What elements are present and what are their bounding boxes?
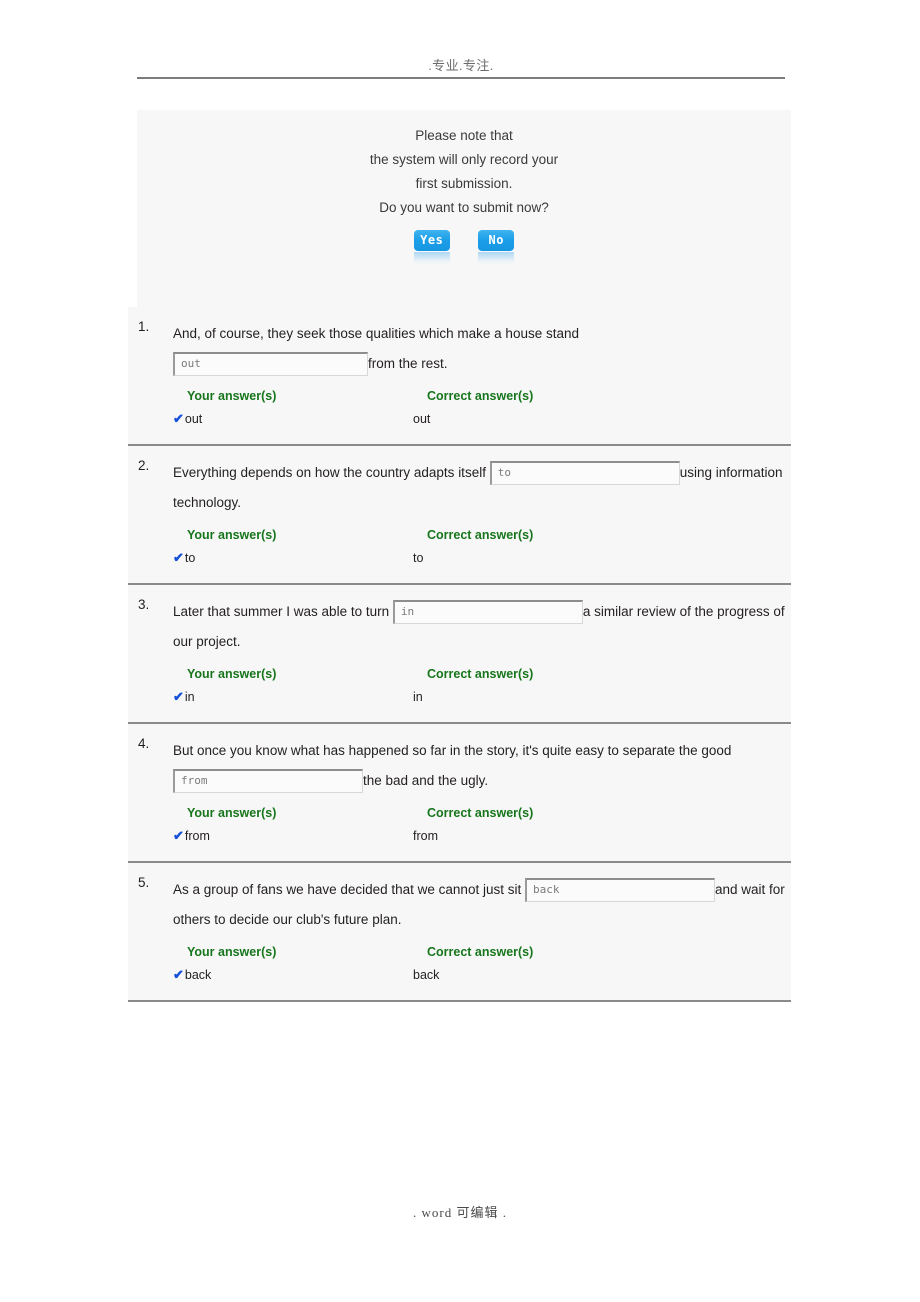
dialog-line-3: first submission. (415, 176, 513, 191)
correct-answer-label: Correct answer(s) (427, 945, 534, 959)
correct-answer-label: Correct answer(s) (427, 667, 534, 681)
question-item: 2. Everything depends on how the country… (128, 446, 791, 585)
your-answer-label: Your answer(s) (187, 806, 277, 820)
question-text-after: the bad and the ugly. (363, 773, 489, 788)
answers-grid: Your answer(s) Correct answer(s) ✔out ou… (173, 385, 791, 430)
correct-check-icon: ✔ (173, 828, 184, 843)
page-header-title: .专业.专注. (428, 58, 494, 73)
question-number: 5. (138, 875, 150, 890)
your-answer-value-cell: ✔back (173, 964, 413, 986)
answers-grid: Your answer(s) Correct answer(s) ✔from f… (173, 802, 791, 847)
correct-answer-value: from (413, 829, 438, 843)
your-answer-value-cell: ✔out (173, 408, 413, 430)
question-item: 5. As a group of fans we have decided th… (128, 863, 791, 1002)
answers-grid: Your answer(s) Correct answer(s) ✔to to (173, 524, 791, 569)
correct-answer-label: Correct answer(s) (427, 806, 534, 820)
answers-header-row: Your answer(s) Correct answer(s) (173, 941, 791, 963)
question-text-after: from the rest. (368, 356, 448, 371)
answers-value-row: ✔back back (173, 964, 791, 986)
yes-button-wrap: Yes (413, 230, 450, 265)
dialog-line-4: Do you want to submit now? (379, 200, 549, 215)
answers-header-row: Your answer(s) Correct answer(s) (173, 663, 791, 685)
yes-button[interactable]: Yes (413, 230, 450, 251)
correct-check-icon: ✔ (173, 550, 184, 565)
header-divider (137, 77, 785, 79)
your-answer-value: in (184, 690, 195, 704)
question-item: 1. And, of course, they seek those quali… (128, 307, 791, 446)
your-answer-value-cell: ✔to (173, 547, 413, 569)
correct-check-icon: ✔ (173, 411, 184, 426)
dialog-button-row: Yes No (137, 230, 791, 265)
answer-blank-input[interactable]: in (392, 600, 583, 625)
question-number: 3. (138, 597, 150, 612)
question-text-before: And, of course, they seek those qualitie… (173, 326, 579, 341)
answers-value-row: ✔to to (173, 547, 791, 569)
question-text-before: Later that summer I was able to turn (173, 604, 393, 619)
answers-grid: Your answer(s) Correct answer(s) ✔in in (173, 663, 791, 708)
your-answer-label: Your answer(s) (187, 945, 277, 959)
question-number: 1. (138, 319, 150, 334)
answers-value-row: ✔out out (173, 408, 791, 430)
no-button-reflection (478, 252, 515, 265)
yes-button-reflection (413, 252, 450, 265)
answers-value-row: ✔in in (173, 686, 791, 708)
question-item: 4. But once you know what has happened s… (128, 724, 791, 863)
answer-blank-input[interactable]: from (173, 769, 363, 794)
your-answer-value-cell: ✔from (173, 825, 413, 847)
question-text: Later that summer I was able to turn in a… (173, 597, 785, 657)
answer-blank-input[interactable]: back (524, 878, 715, 903)
question-item: 3. Later that summer I was able to turn … (128, 585, 791, 724)
your-answer-label: Your answer(s) (187, 389, 277, 403)
answers-header-row: Your answer(s) Correct answer(s) (173, 385, 791, 407)
question-text-before: As a group of fans we have decided that … (173, 882, 525, 897)
correct-check-icon: ✔ (173, 967, 184, 982)
question-text: As a group of fans we have decided that … (173, 875, 785, 935)
no-button-wrap: No (478, 230, 515, 265)
answers-header-row: Your answer(s) Correct answer(s) (173, 802, 791, 824)
question-text: But once you know what has happened so f… (173, 736, 785, 796)
your-answer-value: to (184, 551, 196, 565)
question-text-before: Everything depends on how the country ad… (173, 465, 490, 480)
correct-answer-label: Correct answer(s) (427, 528, 534, 542)
correct-answer-value: back (413, 968, 440, 982)
your-answer-label: Your answer(s) (187, 528, 277, 542)
correct-answer-value: to (413, 551, 424, 565)
quiz-content: Please note that the system will only re… (128, 110, 791, 1002)
your-answer-value: back (184, 968, 212, 982)
question-text: Everything depends on how the country ad… (173, 458, 785, 518)
dialog-line-1: Please note that (415, 128, 513, 143)
dialog-line-2: the system will only record your (369, 152, 559, 167)
no-button[interactable]: No (478, 230, 515, 251)
page-footer: . word 可编辑 . (413, 1205, 507, 1220)
question-number: 4. (138, 736, 150, 751)
answers-value-row: ✔from from (173, 825, 791, 847)
correct-answer-value: in (413, 690, 423, 704)
answers-grid: Your answer(s) Correct answer(s) ✔back b… (173, 941, 791, 986)
your-answer-value: from (184, 829, 210, 843)
correct-answer-value: out (413, 412, 431, 426)
answer-blank-input[interactable]: to (489, 461, 680, 486)
your-answer-value-cell: ✔in (173, 686, 413, 708)
correct-check-icon: ✔ (173, 689, 184, 704)
question-text: And, of course, they seek those qualitie… (173, 319, 785, 379)
answer-blank-input[interactable]: out (173, 352, 368, 377)
answers-header-row: Your answer(s) Correct answer(s) (173, 524, 791, 546)
submit-confirmation-dialog: Please note that the system will only re… (137, 110, 791, 307)
question-number: 2. (138, 458, 150, 473)
your-answer-value: out (184, 412, 203, 426)
question-text-before: But once you know what has happened so f… (173, 743, 736, 758)
your-answer-label: Your answer(s) (187, 667, 277, 681)
page-header: .专业.专注. (137, 58, 785, 79)
correct-answer-label: Correct answer(s) (427, 389, 534, 403)
